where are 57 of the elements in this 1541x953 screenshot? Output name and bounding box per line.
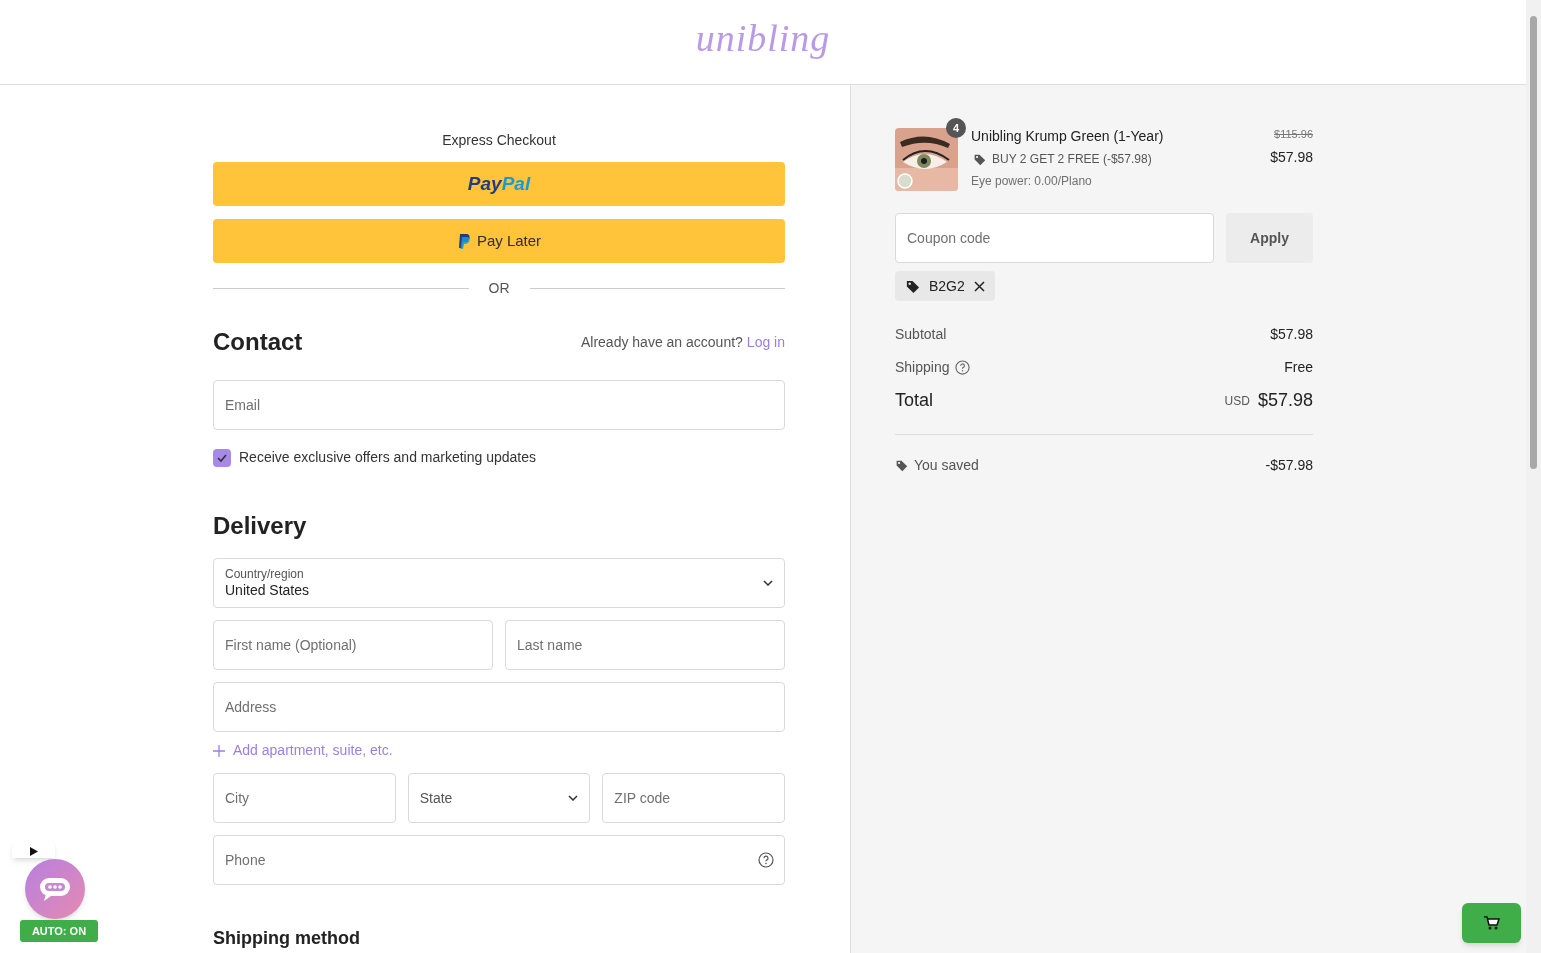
play-button[interactable] <box>12 838 55 858</box>
input-field[interactable]: Phone <box>213 835 785 885</box>
total-value: $57.98 <box>1257 389 1313 412</box>
play-icon <box>29 847 38 856</box>
quantity-badge: 4 <box>946 118 966 138</box>
input-field[interactable]: ZIP code <box>602 773 785 823</box>
section-heading: Shipping method <box>213 927 361 950</box>
apply-button[interactable]: Apply <box>1226 213 1313 263</box>
chevron-down-icon <box>763 580 773 586</box>
add-apartment-link[interactable]: Add apartment, suite, etc. <box>213 740 393 761</box>
original-price: $115.96 <box>1274 127 1313 142</box>
plus-icon <box>213 744 225 757</box>
paypal-button[interactable]: PayPal <box>213 162 785 206</box>
checkbox-label: Receive exclusive offers and marketing updates <box>239 448 536 467</box>
product-name: Unibling Krump Green (1-Year) <box>971 127 1165 146</box>
country-select[interactable]: Country/region United States <box>213 558 785 608</box>
help-icon[interactable] <box>954 360 970 375</box>
summary-value: $57.98 <box>1270 325 1313 344</box>
field-value: United States <box>225 581 311 600</box>
checkbox[interactable] <box>213 448 231 467</box>
account-prompt: Already have an account? <box>580 332 743 352</box>
summary-label: Subtotal <box>895 325 947 344</box>
login-link[interactable]: Log in <box>746 331 785 353</box>
currency-label: USD <box>1224 392 1250 410</box>
input-field[interactable]: Coupon code <box>895 213 1214 263</box>
summary-label: You saved <box>914 456 979 475</box>
state-select[interactable]: State <box>407 773 591 823</box>
input-field[interactable]: First name (Optional) <box>213 620 493 670</box>
help-icon[interactable] <box>758 852 774 868</box>
tag-icon <box>905 278 920 294</box>
summary-label: Shipping <box>895 358 950 377</box>
chat-icon <box>38 875 72 903</box>
field-label: Country/region <box>225 566 305 582</box>
summary-value: -$57.98 <box>1265 456 1313 475</box>
item-price: $57.98 <box>1270 147 1313 167</box>
input-field[interactable]: City <box>213 773 396 823</box>
cart-button[interactable] <box>1462 903 1521 943</box>
summary-value: Free <box>1284 358 1313 377</box>
section-heading: Delivery <box>213 511 308 541</box>
total-label: Total <box>895 389 934 412</box>
discount-code: B2G2 <box>929 276 965 296</box>
scrollbar[interactable] <box>1526 0 1541 953</box>
input-field[interactable]: Last name <box>505 620 785 670</box>
input-field[interactable]: Address <box>213 682 785 732</box>
chevron-down-icon <box>568 795 579 801</box>
divider-label: OR <box>488 279 510 298</box>
section-heading: Contact <box>213 327 303 357</box>
cart-icon <box>1482 915 1501 931</box>
section-title: Express Checkout <box>441 131 557 150</box>
tag-icon <box>973 152 986 166</box>
tag-icon <box>895 459 908 472</box>
paypal-icon <box>456 232 471 250</box>
discount-label: BUY 2 GET 2 FREE (-$57.98) <box>992 151 1152 168</box>
input-field[interactable]: Email <box>213 380 785 430</box>
close-icon[interactable] <box>973 280 985 292</box>
paypal-button[interactable]: Pay Later <box>213 219 785 263</box>
variant-label: Eye power: 0.00/Plano <box>971 173 1093 190</box>
